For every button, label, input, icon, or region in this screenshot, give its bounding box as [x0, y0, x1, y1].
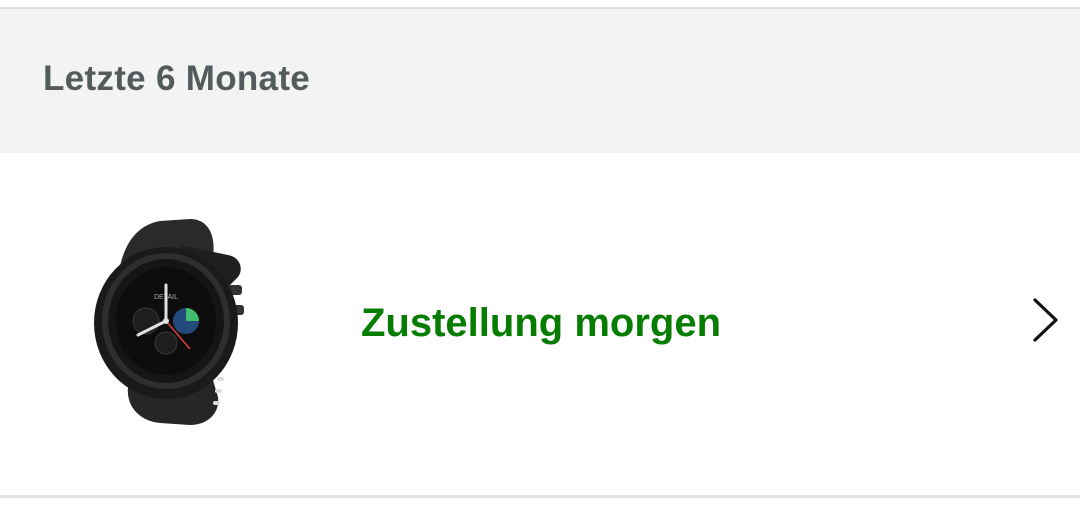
section-header: Letzte 6 Monate — [0, 9, 1080, 153]
delivery-status: Zustellung morgen — [361, 301, 721, 345]
top-divider — [0, 0, 1080, 9]
smartwatch-image: DETAIL — [94, 219, 244, 425]
section-title: Letzte 6 Monate — [43, 59, 311, 98]
order-list-item[interactable]: DETAIL Zustellung morgen — [0, 153, 1080, 498]
chevron-right-icon[interactable] — [1030, 297, 1060, 343]
